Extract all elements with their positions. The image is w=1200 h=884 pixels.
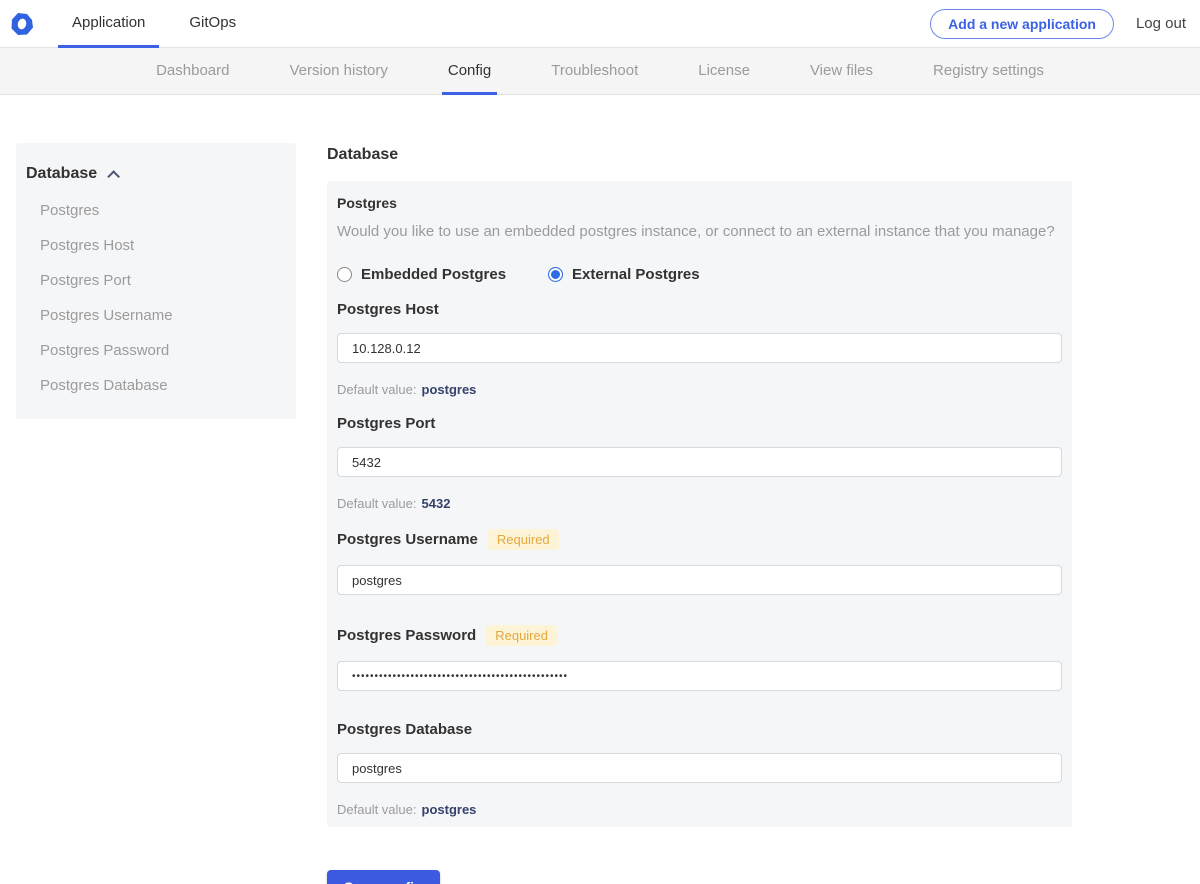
radio-icon[interactable] xyxy=(337,267,352,282)
field-label: Postgres Username xyxy=(337,531,478,548)
config-group-title: Postgres xyxy=(337,195,397,211)
tab-config[interactable]: Config xyxy=(441,48,498,95)
postgres-radio-group: Embedded Postgres External Postgres xyxy=(337,266,1062,283)
required-badge: Required xyxy=(487,529,559,550)
field-label: Postgres Port xyxy=(337,415,436,432)
config-main: Database Postgres Would you like to use … xyxy=(327,146,1072,884)
sidebar-group-database[interactable]: Database xyxy=(26,165,286,183)
field-value: 10.128.0.12 xyxy=(352,340,421,356)
tab-troubleshoot[interactable]: Troubleshoot xyxy=(545,48,644,95)
sidebar-group-label: Database xyxy=(26,165,98,182)
postgres-password-input[interactable]: ••••••••••••••••••••••••••••••••••••••••… xyxy=(337,661,1062,691)
app-header: Application GitOps Add a new application … xyxy=(0,0,1200,48)
config-field-postgres-username: Postgres Username Required postgres xyxy=(337,529,1062,607)
radio-embedded-postgres[interactable]: Embedded Postgres xyxy=(337,266,506,283)
add-application-button[interactable]: Add a new application xyxy=(930,8,1114,39)
tab-dashboard[interactable]: Dashboard xyxy=(150,48,235,95)
chevron-up-icon xyxy=(107,169,121,183)
save-config-button[interactable]: Save config xyxy=(327,870,440,884)
field-label: Postgres Database xyxy=(337,721,473,738)
tab-view-files[interactable]: View files xyxy=(804,48,879,95)
sidebar-item-postgres-database[interactable]: Postgres Database xyxy=(26,368,286,403)
field-value: postgres xyxy=(352,572,402,588)
field-value: 5432 xyxy=(352,454,381,470)
config-field-postgres-password: Postgres Password Required •••••••••••••… xyxy=(337,625,1062,703)
sidebar-item-postgres[interactable]: Postgres xyxy=(26,193,286,228)
config-fields: Postgres Host 10.128.0.12 Default value:… xyxy=(337,301,1062,817)
sidebar-item-postgres-username[interactable]: Postgres Username xyxy=(26,298,286,333)
app-logo-icon xyxy=(10,12,34,36)
tab-version-history[interactable]: Version history xyxy=(283,48,393,95)
field-value: postgres xyxy=(352,760,402,776)
postgres-database-input[interactable]: postgres xyxy=(337,753,1062,783)
sidebar-item-postgres-password[interactable]: Postgres Password xyxy=(26,333,286,368)
header-tabs: Application GitOps xyxy=(58,0,250,48)
logout-link[interactable]: Log out xyxy=(1136,15,1186,32)
sidebar-item-list: Postgres Postgres Host Postgres Port Postgr… xyxy=(26,193,286,403)
field-default: Default value: postgres xyxy=(337,382,477,397)
field-default: Default value: postgres xyxy=(337,802,477,817)
header-right: Add a new application Log out xyxy=(930,0,1200,47)
header-tab-gitops[interactable]: GitOps xyxy=(175,0,250,48)
config-field-postgres-database: Postgres Database postgres Default value… xyxy=(337,721,1062,817)
postgres-port-input[interactable]: 5432 xyxy=(337,447,1062,477)
radio-external-postgres[interactable]: External Postgres xyxy=(548,266,700,283)
sidebar-item-postgres-port[interactable]: Postgres Port xyxy=(26,263,286,298)
config-group-panel: Postgres Would you like to use an embedd… xyxy=(327,181,1072,827)
sidebar-item-postgres-host[interactable]: Postgres Host xyxy=(26,228,286,263)
field-label: Postgres Host xyxy=(337,301,439,318)
postgres-username-input[interactable]: postgres xyxy=(337,565,1062,595)
required-badge: Required xyxy=(486,625,557,646)
page-title: Database xyxy=(327,146,399,163)
postgres-host-input[interactable]: 10.128.0.12 xyxy=(337,333,1062,363)
config-field-postgres-port: Postgres Port 5432 Default value: 5432 xyxy=(337,415,1062,511)
field-label: Postgres Password xyxy=(337,627,477,644)
tab-license[interactable]: License xyxy=(692,48,756,95)
field-default: Default value: 5432 xyxy=(337,496,451,511)
config-group-description: Would you like to use an embedded postgr… xyxy=(337,223,1055,240)
app-subnav: Dashboard Version history Config Troublesho… xyxy=(0,48,1200,95)
config-sidebar: Database Postgres Postgres Host Postgres P… xyxy=(16,143,296,419)
header-tab-application[interactable]: Application xyxy=(58,0,160,48)
config-field-postgres-host: Postgres Host 10.128.0.12 Default value:… xyxy=(337,301,1062,397)
tab-registry-settings[interactable]: Registry settings xyxy=(927,48,1050,95)
field-value: ••••••••••••••••••••••••••••••••••••••••… xyxy=(352,670,569,682)
radio-icon[interactable] xyxy=(548,267,564,282)
